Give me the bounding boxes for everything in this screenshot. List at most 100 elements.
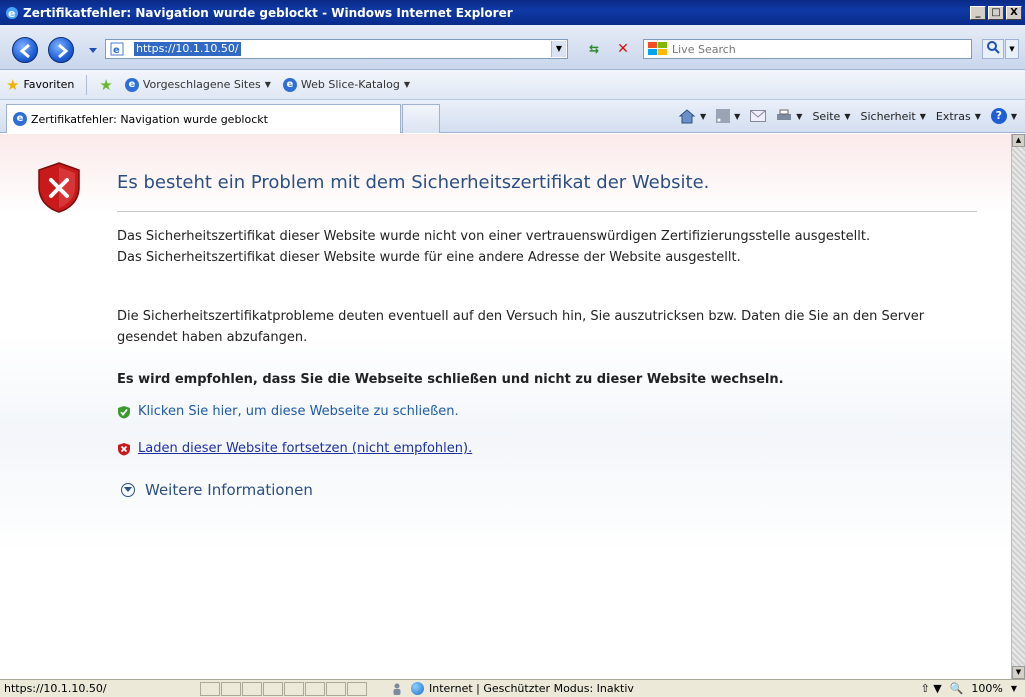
- close-page-link-text[interactable]: Klicken Sie hier, um diese Webseite zu s…: [138, 404, 459, 419]
- favorites-label: Favoriten: [23, 78, 75, 91]
- svg-text:e: e: [113, 45, 120, 56]
- magnifier-icon: [987, 41, 1000, 54]
- fav-item-label: Web Slice-Katalog: [300, 78, 400, 91]
- maximize-button[interactable]: □: [988, 5, 1004, 20]
- feeds-icon: [716, 109, 731, 123]
- continue-link-text[interactable]: Laden dieser Website fortsetzen (nicht e…: [138, 441, 472, 456]
- feeds-button[interactable]: ▼: [716, 109, 740, 123]
- page-menu-label: Seite: [812, 109, 841, 123]
- zoom-control[interactable]: ⇧ ▼ 🔍 100% ▼: [921, 682, 1025, 695]
- navigation-bar: e https://10.1.10.50/ ▼ ⇆ ✕ ▼: [0, 25, 1025, 70]
- status-pane: [326, 681, 346, 696]
- address-dropdown-button[interactable]: ▼: [551, 41, 566, 57]
- mail-button[interactable]: [750, 110, 767, 122]
- expand-circle-icon: [121, 483, 135, 497]
- status-pane: [263, 681, 283, 696]
- forward-button[interactable]: [48, 37, 74, 63]
- popup-blocker-icon[interactable]: ⇧ ▼: [921, 682, 942, 695]
- page-menu[interactable]: Seite ▼: [812, 110, 850, 123]
- address-field[interactable]: e https://10.1.10.50/: [105, 39, 568, 59]
- home-icon: [678, 109, 696, 124]
- users-icon: [393, 683, 401, 695]
- history-dropdown-icon[interactable]: [88, 45, 98, 55]
- scroll-down-arrow-icon[interactable]: ▼: [1012, 666, 1025, 679]
- live-search-logo-icon: [648, 42, 667, 55]
- refresh-button[interactable]: ⇆: [583, 39, 605, 59]
- security-zone[interactable]: Internet | Geschützter Modus: Inaktiv: [392, 682, 792, 696]
- favorites-star-icon: ★: [6, 75, 20, 94]
- add-favorite-star-icon: ★: [99, 75, 113, 94]
- close-button[interactable]: X: [1006, 5, 1022, 20]
- extras-menu-label: Extras: [935, 109, 971, 123]
- address-url[interactable]: https://10.1.10.50/: [134, 42, 241, 56]
- safety-menu[interactable]: Sicherheit ▼: [860, 110, 925, 123]
- globe-icon: [411, 682, 424, 695]
- chevron-down-icon: ▼: [264, 80, 271, 89]
- zoom-icon: 🔍: [949, 682, 964, 695]
- title-bar: e Zertifikatfehler: Navigation wurde geb…: [0, 0, 1025, 25]
- divider: [117, 211, 977, 212]
- help-icon: ?: [990, 108, 1007, 124]
- security-zone-label: Internet | Geschützter Modus: Inaktiv: [429, 682, 634, 695]
- page-icon: e: [110, 42, 124, 56]
- status-pane: [221, 681, 241, 696]
- ie-page-icon: e: [13, 112, 27, 126]
- chevron-down-icon: ▼: [974, 111, 981, 121]
- ie-page-icon: e: [282, 77, 297, 92]
- more-information-toggle[interactable]: Weitere Informationen: [121, 481, 313, 499]
- mail-icon: [750, 110, 767, 122]
- chevron-down-icon: ▼: [734, 111, 741, 121]
- vertical-scrollbar[interactable]: ▲ ▼: [1011, 134, 1025, 679]
- search-input[interactable]: [672, 41, 962, 57]
- ie-logo-icon: e: [6, 6, 18, 20]
- minimize-button[interactable]: _: [970, 5, 986, 20]
- error-description: Das Sicherheitszertifikat dieser Website…: [117, 226, 977, 268]
- scroll-up-arrow-icon[interactable]: ▲: [1012, 134, 1025, 147]
- extras-menu[interactable]: Extras ▼: [936, 110, 981, 123]
- separator: [86, 74, 88, 95]
- shield-error-icon: [38, 162, 80, 213]
- error-line-address-mismatch: Das Sicherheitszertifikat dieser Website…: [117, 250, 741, 265]
- fav-item-web-slice-gallery[interactable]: e Web Slice-Katalog ▼: [277, 77, 416, 92]
- status-pane: [284, 681, 304, 696]
- svg-text:e: e: [8, 7, 15, 20]
- help-button[interactable]: ? ▼: [990, 108, 1017, 124]
- status-pane: [305, 681, 325, 696]
- recommendation-text: Es wird empfohlen, dass Sie die Webseite…: [117, 372, 784, 387]
- zoom-level[interactable]: 100%: [971, 682, 1002, 695]
- safety-menu-label: Sicherheit: [860, 109, 916, 123]
- status-pane: [347, 681, 367, 696]
- chevron-down-icon[interactable]: ▼: [1011, 684, 1017, 693]
- stop-button[interactable]: ✕: [612, 39, 634, 59]
- search-button[interactable]: [982, 39, 1004, 59]
- home-button[interactable]: ▼: [678, 108, 706, 124]
- search-options-dropdown[interactable]: ▼: [1005, 39, 1019, 59]
- tab-title: Zertifikatfehler: Navigation wurde geblo…: [31, 112, 268, 126]
- ie-page-icon: e: [124, 77, 139, 92]
- back-arrow-icon: [19, 43, 30, 59]
- favorites-button[interactable]: ★ Favoriten: [0, 76, 80, 94]
- continue-to-website-link[interactable]: Laden dieser Website fortsetzen (nicht e…: [117, 441, 472, 456]
- favorites-bar: ★ Favoriten ★ e Vorgeschlagene Sites ▼ e…: [0, 70, 1025, 100]
- more-information-label: Weitere Informationen: [145, 481, 313, 499]
- back-button[interactable]: [12, 37, 38, 63]
- close-page-link[interactable]: Klicken Sie hier, um diese Webseite zu s…: [117, 404, 459, 419]
- window-controls: _ □ X: [970, 5, 1022, 20]
- tab-active[interactable]: e Zertifikatfehler: Navigation wurde geb…: [6, 104, 401, 133]
- new-tab-button[interactable]: [402, 104, 440, 133]
- window-title: Zertifikatfehler: Navigation wurde geblo…: [23, 5, 513, 20]
- chevron-down-icon: ▼: [796, 111, 803, 121]
- status-pane: [242, 681, 262, 696]
- chevron-down-icon: ▼: [403, 80, 410, 89]
- search-box[interactable]: [643, 39, 972, 59]
- status-url: https://10.1.10.50/: [4, 682, 107, 695]
- status-bar: https://10.1.10.50/ Internet | Geschützt…: [0, 679, 1025, 697]
- add-to-favorites-bar-button[interactable]: ★: [93, 76, 118, 94]
- error-line-untrusted: Das Sicherheitszertifikat dieser Website…: [117, 229, 871, 244]
- chevron-down-icon: ▼: [1010, 111, 1017, 121]
- fav-item-suggested-sites[interactable]: e Vorgeschlagene Sites ▼: [119, 77, 277, 92]
- forward-arrow-icon: [58, 43, 69, 59]
- green-shield-check-icon: [118, 405, 130, 418]
- status-pane: [200, 681, 220, 696]
- print-button[interactable]: ▼: [776, 109, 802, 123]
